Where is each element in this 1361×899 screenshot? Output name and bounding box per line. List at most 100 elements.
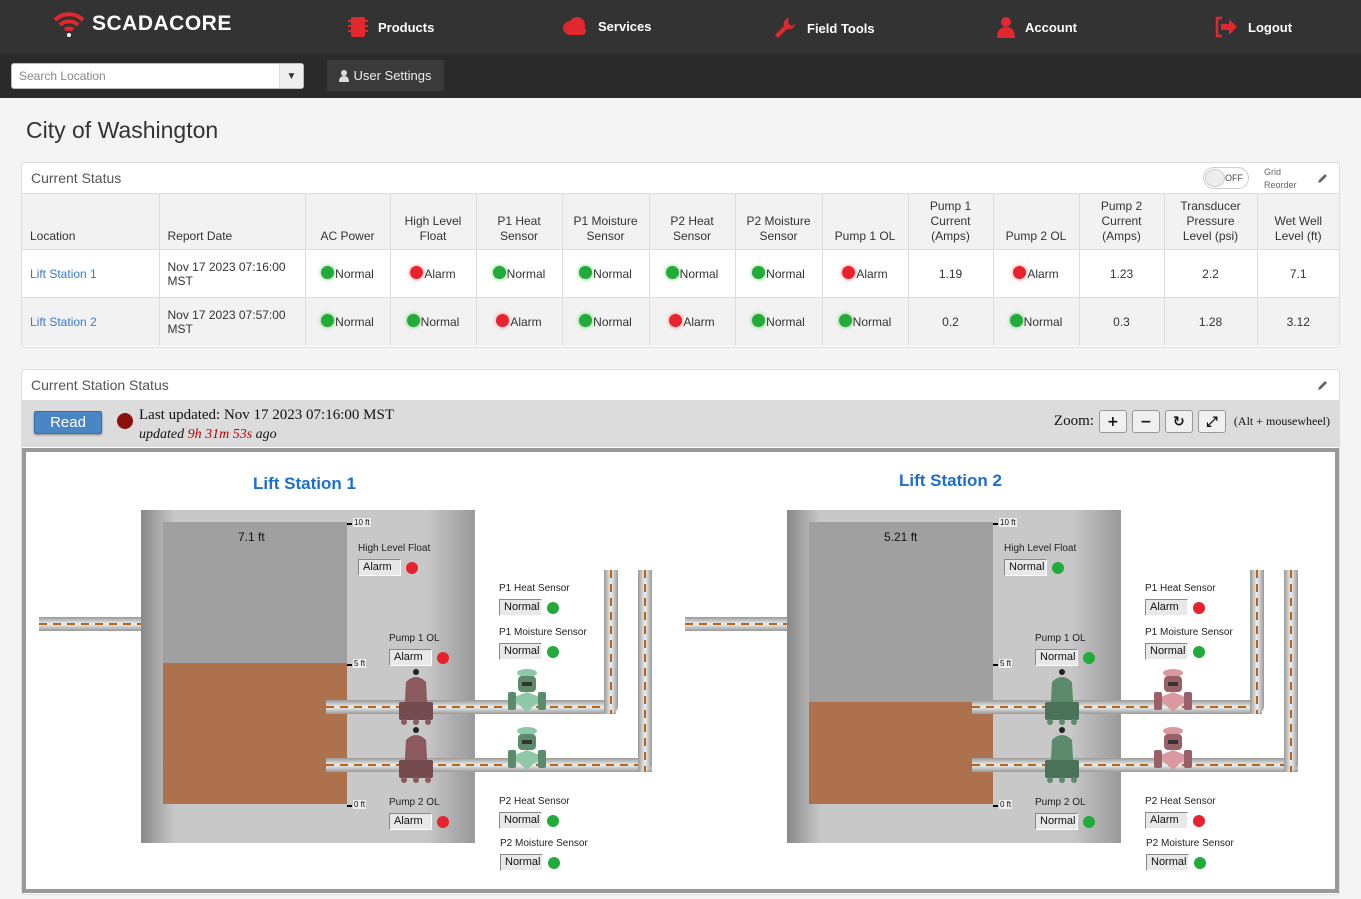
p2ol-label: Pump 2 OL — [1035, 797, 1086, 808]
status-cell: Normal — [305, 249, 391, 298]
p2h-value: Alarm — [1145, 812, 1188, 829]
col-header[interactable]: P1 Heat Sensor — [476, 194, 563, 250]
nav-field-tools[interactable]: Field Tools — [773, 16, 875, 40]
status-cell: Normal — [562, 249, 650, 298]
status-cell: Normal — [562, 297, 650, 346]
table-row: Lift Station 2 Nov 17 2023 07:57:00 MST N… — [22, 297, 1339, 346]
col-header[interactable]: P1 Moisture Sensor — [562, 194, 650, 250]
status-cell: Alarm — [476, 297, 563, 346]
p1h-label: P1 Heat Sensor — [1145, 583, 1216, 594]
status-text: Normal — [679, 267, 719, 281]
status-cell: Normal — [476, 249, 563, 298]
pencil-icon[interactable] — [1317, 379, 1329, 391]
nav-services[interactable]: Services — [562, 16, 652, 36]
col-header[interactable]: Pump 1 OL — [822, 194, 909, 250]
status-cell: Normal — [735, 297, 823, 346]
status-cell: Normal — [822, 297, 909, 346]
logout-icon — [1215, 16, 1237, 38]
col-header[interactable]: Pump 2 OL — [993, 194, 1080, 250]
zoom-out-button[interactable]: − — [1131, 410, 1160, 433]
status-dot — [665, 266, 679, 279]
p1m-label: P1 Moisture Sensor — [1145, 627, 1233, 638]
status-cell: Normal — [390, 297, 477, 346]
discharge-pipe-2 — [972, 758, 1298, 772]
location-cell: Lift Station 2 — [22, 297, 160, 346]
p2ol-value: Alarm — [389, 813, 432, 830]
col-header[interactable]: Pump 1 Current (Amps) — [908, 194, 994, 250]
value-cell: 1.28 — [1164, 297, 1258, 346]
p1h-status-dot — [1193, 602, 1205, 614]
col-header[interactable]: Pump 2 Current (Amps) — [1079, 194, 1165, 250]
status-cell: Normal — [649, 249, 736, 298]
status-text: Normal — [335, 267, 374, 281]
col-header[interactable]: Location — [22, 194, 160, 250]
current-status-panel: Current Status OFF Grid Reorder Location… — [21, 162, 1340, 348]
nav-label: Services — [598, 18, 652, 34]
zoom-label: Zoom: — [1053, 413, 1094, 429]
search-location[interactable]: ▼ — [11, 63, 304, 89]
chevron-down-icon[interactable]: ▼ — [279, 64, 303, 88]
station-diagram-canvas[interactable]: Lift Station 1 7.1 ft 10 ft 5 ft 0 ft Hi… — [22, 448, 1339, 893]
status-text: Normal — [335, 315, 374, 330]
p2h-label: P2 Heat Sensor — [1145, 796, 1216, 807]
nav-label: Account — [1025, 19, 1077, 35]
p2h-status-dot — [547, 815, 559, 827]
col-header[interactable]: P2 Moisture Sensor — [735, 194, 823, 250]
user-settings-button[interactable]: User Settings — [327, 60, 444, 91]
col-header[interactable]: Wet Well Level (ft) — [1257, 194, 1339, 250]
location-link[interactable]: Lift Station 2 — [30, 315, 97, 329]
grid-reorder-toggle[interactable]: OFF — [1203, 167, 1249, 189]
pencil-icon[interactable] — [1317, 172, 1329, 184]
discharge-pipe-1-riser — [604, 570, 618, 714]
scale-tick: 0 ft — [992, 800, 1013, 809]
status-text: Normal — [420, 315, 460, 330]
scadacore-logo[interactable]: SCADACORE — [52, 10, 232, 38]
wifi-logo-icon — [53, 12, 85, 37]
col-header[interactable]: High Level Float — [390, 194, 477, 250]
well-area: 7.1 ft — [163, 522, 347, 804]
hlf-label: High Level Float — [358, 543, 431, 554]
nav-label: Logout — [1248, 19, 1293, 35]
status-text: Alarm — [856, 267, 888, 281]
status-dot — [492, 266, 506, 279]
p1h-status-dot — [547, 602, 559, 614]
value-cell: 2.2 — [1164, 249, 1258, 298]
zoom-fit-button[interactable]: ⤢ — [1197, 410, 1226, 433]
nav-logout[interactable]: Logout — [1214, 16, 1292, 38]
search-input[interactable] — [12, 64, 279, 88]
status-text: Normal — [593, 315, 632, 330]
col-header[interactable]: AC Power — [305, 194, 391, 250]
report-tz: MST — [167, 273, 193, 288]
nav-account[interactable]: Account — [997, 16, 1077, 38]
zoom-in-button[interactable]: + — [1098, 410, 1127, 433]
status-cell: Normal — [305, 297, 391, 346]
user-icon — [339, 69, 350, 82]
status-dot — [752, 266, 766, 279]
level-readout: 5.21 ft — [884, 530, 918, 544]
p2ol-value: Normal — [1035, 813, 1078, 830]
location-link[interactable]: Lift Station 1 — [30, 267, 97, 281]
read-button[interactable]: Read — [34, 411, 102, 434]
status-dot — [321, 314, 335, 328]
p2m-status-dot — [1194, 857, 1206, 869]
status-dot — [1009, 314, 1023, 328]
hlf-label: High Level Float — [1004, 543, 1077, 554]
p1m-label: P1 Moisture Sensor — [499, 627, 587, 638]
report-date-cell: Nov 17 2023 07:57:00 MST — [159, 297, 306, 346]
report-tz: MST — [167, 321, 193, 336]
scale-tick: 0 ft — [346, 800, 367, 809]
status-cell: Normal — [993, 297, 1080, 346]
status-dot — [838, 314, 852, 328]
last-updated: Last updated: Nov 17 2023 07:16:00 MST — [139, 407, 394, 423]
col-header[interactable]: Report Date — [159, 194, 306, 250]
nav-products[interactable]: Products — [348, 16, 434, 38]
nav-label: Field Tools — [807, 20, 875, 36]
col-header[interactable]: P2 Heat Sensor — [649, 194, 736, 250]
top-navbar: SCADACORE Products Services Field Tools … — [0, 0, 1361, 54]
status-text: Alarm — [1027, 267, 1059, 281]
pump-icon — [1045, 727, 1079, 783]
zoom-reset-button[interactable]: ↻ — [1164, 410, 1193, 433]
col-header[interactable]: Transducer Pressure Level (psi) — [1164, 194, 1258, 250]
location-cell: Lift Station 1 — [22, 249, 160, 298]
p1h-label: P1 Heat Sensor — [499, 583, 570, 594]
